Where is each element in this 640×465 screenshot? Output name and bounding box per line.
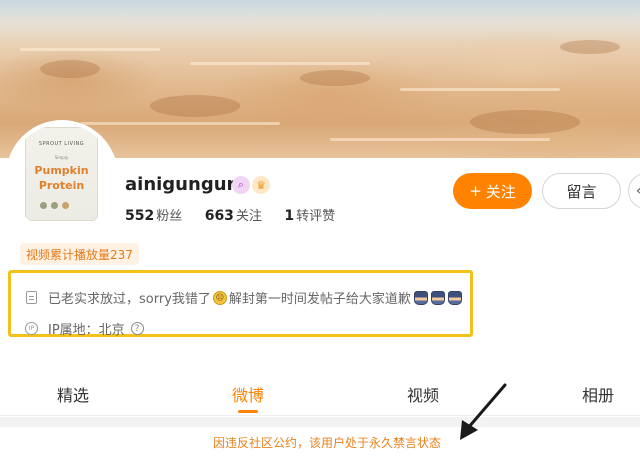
follow-button-label: 关注 xyxy=(485,182,516,201)
guard-emoji-icon xyxy=(413,290,428,305)
avatar-line1: Pumpkin xyxy=(34,164,89,177)
followers-label: 粉丝 xyxy=(156,209,183,224)
bio-row: 已老实求放过，sorry我错了 ☹ 解封第一时间发帖子给大家道歉 xyxy=(25,288,462,307)
plus-icon: + xyxy=(469,182,482,200)
ip-icon: IP xyxy=(25,322,38,335)
reposts-stat[interactable]: 1 转评赞 xyxy=(284,208,353,224)
seal-icon xyxy=(62,202,69,209)
reposts-label: 转评赞 xyxy=(296,209,336,224)
seal-icon xyxy=(40,202,47,209)
guard-emoji-icon xyxy=(430,290,445,305)
reposts-count: 1 xyxy=(284,208,295,224)
seal-icon xyxy=(51,202,58,209)
tab-albums[interactable]: 相册 xyxy=(582,382,614,406)
ban-notice: 因违反社区公约，该用户处于永久禁言状态 xyxy=(0,427,640,465)
section-divider xyxy=(0,417,640,427)
tab-featured[interactable]: 精选 xyxy=(57,382,89,406)
following-stat[interactable]: 663 关注 xyxy=(205,208,280,224)
tab-weibo[interactable]: 微博 xyxy=(232,382,264,406)
avatar-line2: Protein xyxy=(38,179,85,192)
bio-highlight-box: 已老实求放过，sorry我错了 ☹ 解封第一时间发帖子给大家道歉 IP IP属地… xyxy=(8,270,473,338)
ban-notice-text: 因违反社区公约，该用户处于永久禁言状态 xyxy=(213,436,442,450)
tab-videos[interactable]: 视频 xyxy=(407,382,439,406)
video-play-count-tag[interactable]: 视频累计播放量237 xyxy=(20,243,139,265)
bio-text-part2: 解封第一时间发帖子给大家道歉 xyxy=(228,292,411,307)
avatar[interactable]: SPROUT LIVING Simply Pumpkin Protein xyxy=(10,124,114,232)
bio-text-part1: 已老实求放过，sorry我错了 xyxy=(48,292,211,307)
username: ainigungun xyxy=(125,174,240,195)
ip-row: IP IP属地：北京 ? xyxy=(25,319,144,338)
following-count: 663 xyxy=(204,208,234,224)
message-button-label: 留言 xyxy=(566,182,597,201)
following-label: 关注 xyxy=(235,209,262,224)
sad-face-emoji-icon: ☹ xyxy=(212,290,227,305)
more-button[interactable]: ‹ xyxy=(628,173,640,209)
video-play-count-text: 视频累计播放量237 xyxy=(26,247,133,262)
avatar-brand-text: SPROUT LIVING xyxy=(38,141,85,147)
avatar-small-text: Simply xyxy=(54,155,69,160)
document-icon xyxy=(25,291,38,304)
follow-button[interactable]: + 关注 xyxy=(453,173,532,209)
followers-stat[interactable]: 552 粉丝 xyxy=(125,208,200,224)
search-badge-icon[interactable]: ⌕ xyxy=(232,176,250,194)
ip-location-text: IP属地：北京 xyxy=(48,323,125,338)
message-button[interactable]: 留言 xyxy=(542,173,621,209)
help-icon[interactable]: ? xyxy=(130,322,144,335)
chevron-left-icon: ‹ xyxy=(636,183,640,199)
active-tab-indicator xyxy=(238,410,258,413)
followers-count: 552 xyxy=(125,208,155,224)
profile-tabs: 精选 微博 视频 相册 xyxy=(0,370,640,416)
crown-badge-icon[interactable]: ♛ xyxy=(252,176,270,194)
profile-stats: 552 粉丝 663 关注 1 转评赞 xyxy=(125,205,353,224)
avatar-product-image: SPROUT LIVING Simply Pumpkin Protein xyxy=(25,127,98,221)
guard-emoji-icon xyxy=(447,290,462,305)
